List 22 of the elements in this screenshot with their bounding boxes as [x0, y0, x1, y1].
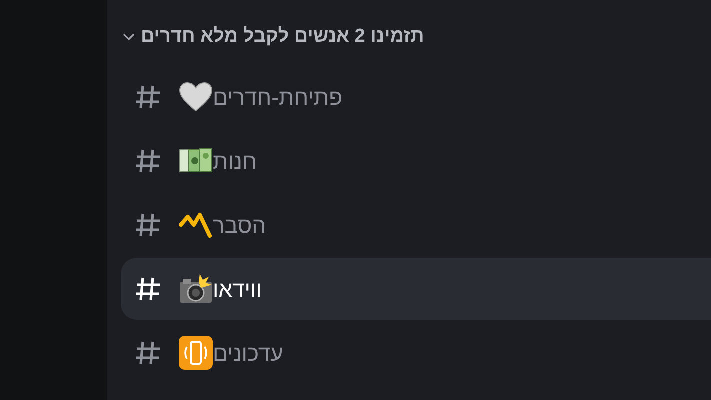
camera-flash-icon	[179, 274, 213, 304]
vibration-icon	[179, 336, 213, 370]
hash-icon	[135, 276, 161, 302]
channel-row[interactable]: חנות	[121, 130, 711, 192]
channel-row[interactable]: פתיחת-חדרים	[121, 66, 711, 128]
channel-name: ווידאו	[213, 276, 262, 304]
hash-icon	[135, 212, 161, 238]
heart-icon	[179, 82, 213, 112]
channel-row[interactable]: עדכונים	[121, 322, 711, 384]
channel-name: עדכונים	[213, 340, 284, 368]
hash-icon	[135, 84, 161, 110]
channel-name: הסבר	[213, 212, 266, 240]
channel-name: פתיחת-חדרים	[213, 84, 343, 112]
hash-icon	[135, 340, 161, 366]
category-title[interactable]: תזמינו 2 אנשים לקבל מלא חדרים	[141, 22, 424, 52]
channel-row-selected[interactable]: ווידאו	[121, 258, 711, 320]
hash-icon	[135, 148, 161, 174]
chevron-down-icon[interactable]	[123, 33, 135, 41]
zigzag-icon	[179, 212, 213, 238]
banknotes-icon	[179, 148, 213, 174]
channel-row[interactable]: הסבר	[121, 194, 711, 256]
channel-name: חנות	[213, 148, 257, 176]
